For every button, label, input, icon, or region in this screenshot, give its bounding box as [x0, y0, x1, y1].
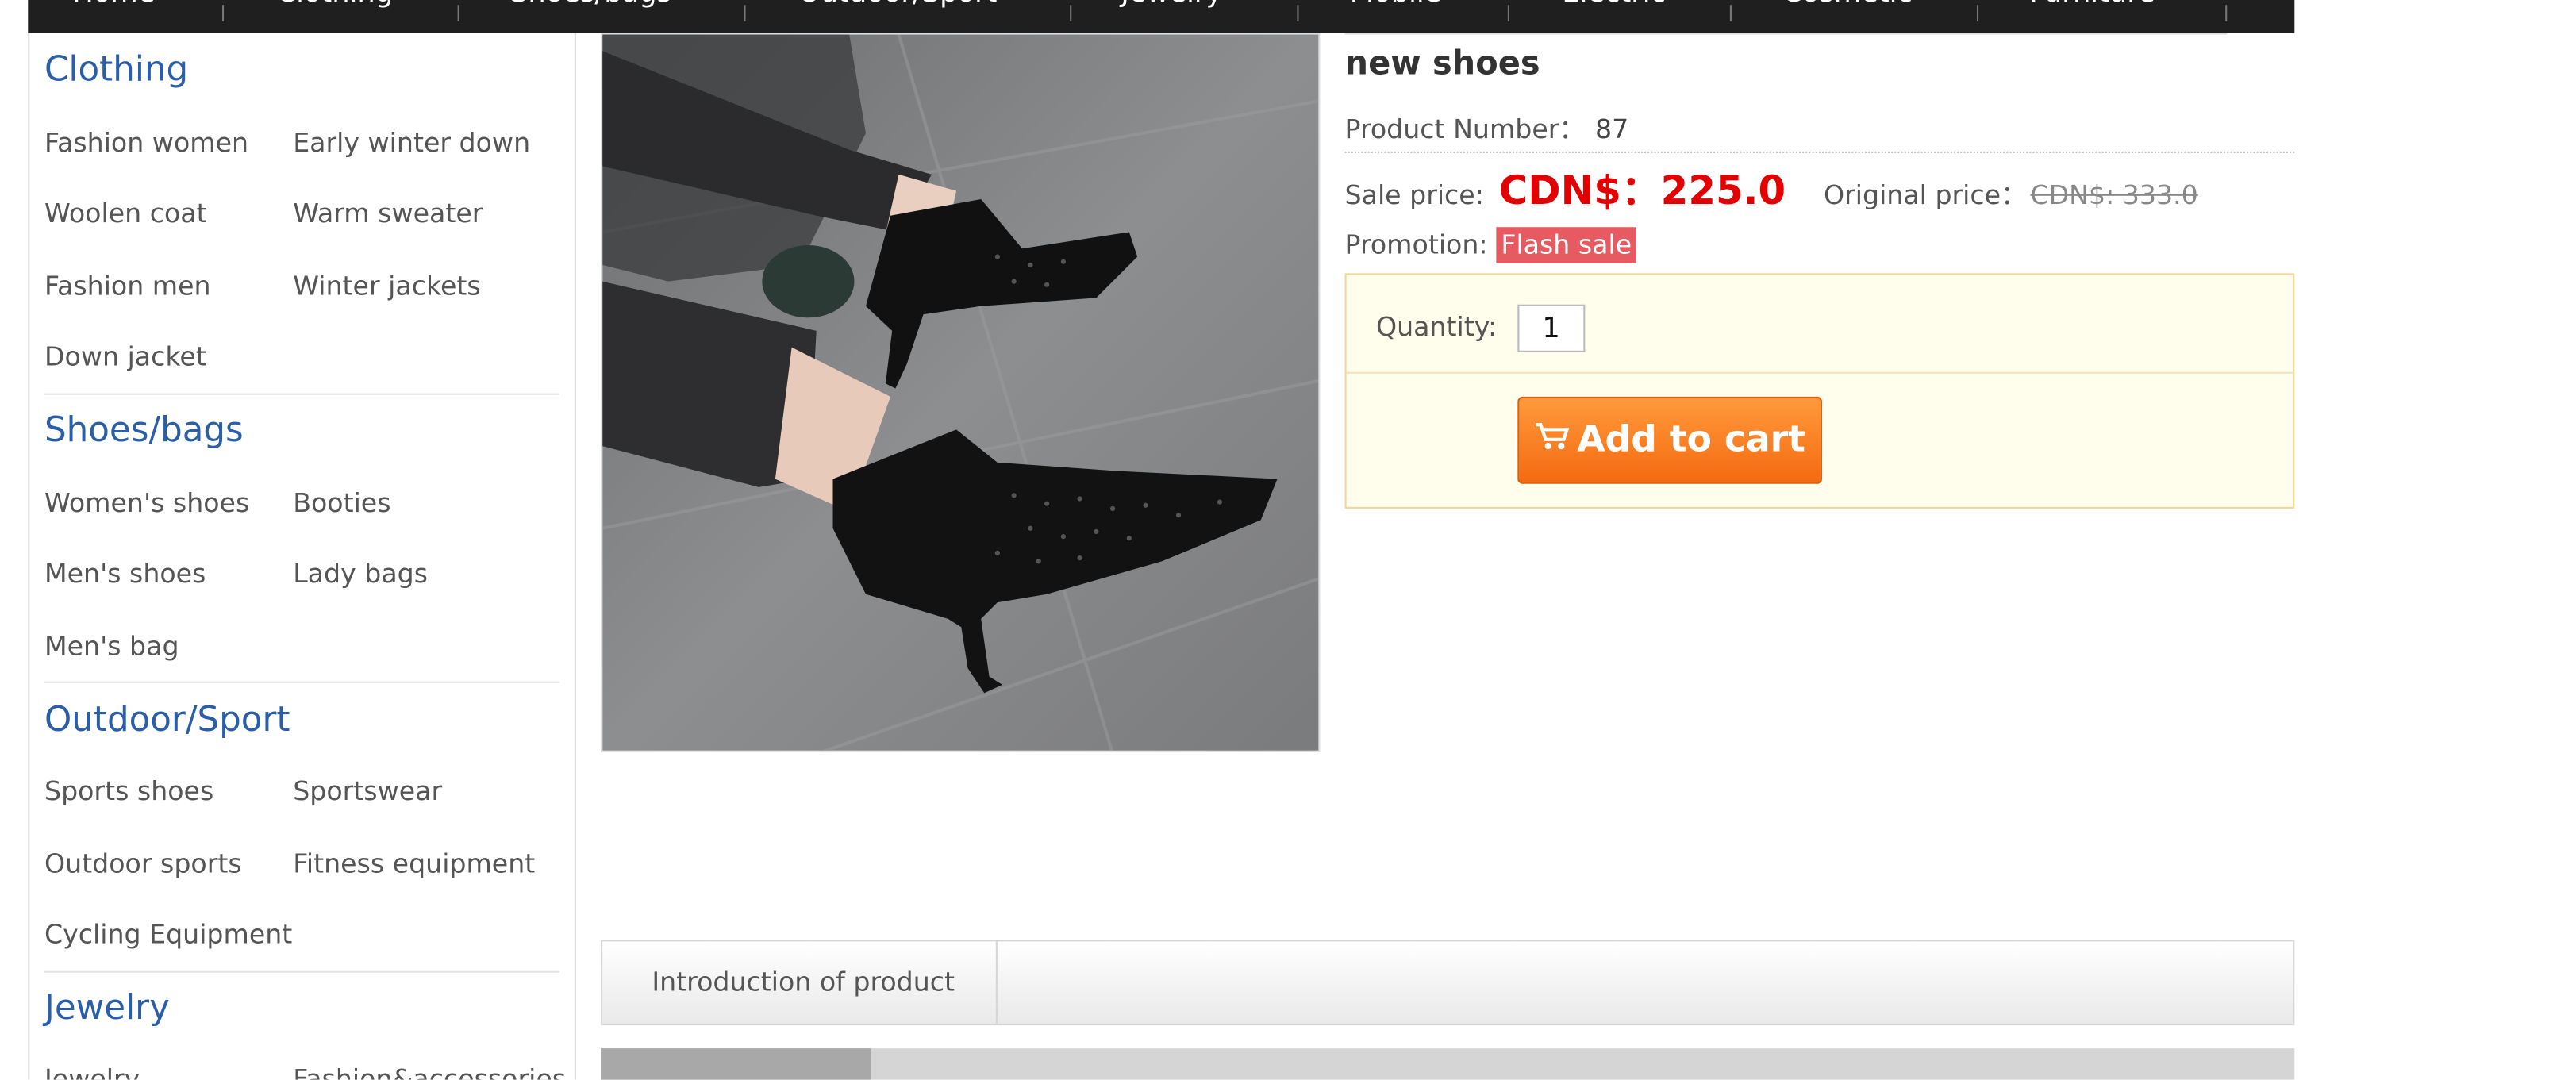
product-number-label: Product Number：: [1344, 113, 1586, 145]
subcategory-link[interactable]: Early winter down: [293, 127, 530, 158]
shopping-cart-icon: [1534, 419, 1571, 462]
price-row: Sale price: CDN$：225.0 Original price： CD…: [1345, 158, 2198, 216]
product-image[interactable]: [601, 33, 1321, 752]
subcategory-link[interactable]: Men's shoes: [44, 558, 206, 589]
add-to-cart-button[interactable]: Add to cart: [1517, 396, 1823, 484]
nav-home[interactable]: Home: [72, 0, 155, 33]
content-header-active: [601, 1048, 871, 1080]
add-to-cart-label: Add to cart: [1577, 419, 1805, 461]
subcategory-link[interactable]: Warm sweater: [293, 198, 483, 229]
category-title-clothing[interactable]: Clothing: [44, 49, 188, 89]
product-name: new shoes: [1344, 42, 1540, 83]
nav-cosmetic[interactable]: Cosmetic: [1782, 0, 1913, 33]
nav-furniture[interactable]: Furniture: [2029, 0, 2155, 33]
category-title-jewelry[interactable]: Jewelry: [44, 987, 170, 1027]
content-header-band: [601, 1048, 2295, 1080]
quantity-input[interactable]: [1517, 304, 1586, 352]
subcategory-link[interactable]: Down jacket: [44, 340, 206, 371]
product-tab-bar: Introduction of product: [601, 940, 2295, 1026]
quantity-label: Quantity:: [1375, 311, 1498, 343]
nav-separator: [744, 5, 746, 21]
nav-shoes-bags[interactable]: Shoes/bags: [510, 0, 671, 33]
subcategory-link[interactable]: Fitness equipment: [293, 847, 535, 878]
nav-separator: [2225, 5, 2228, 21]
nav-separator: [1976, 5, 1979, 21]
subcategory-link[interactable]: Women's shoes: [44, 487, 249, 518]
info-top-divider: [1344, 33, 2228, 35]
tab-introduction[interactable]: Introduction of product: [602, 941, 998, 1024]
nav-electric[interactable]: Electric: [1562, 0, 1666, 33]
category-sidebar: Clothing Fashion women Early winter down…: [28, 33, 576, 1080]
subcategory-link[interactable]: Lady bags: [293, 558, 428, 589]
nav-clothing[interactable]: Clothing: [276, 0, 393, 33]
subcategory-link[interactable]: Sports shoes: [44, 775, 213, 806]
category-divider: [44, 681, 560, 683]
nav-separator: [1070, 5, 1072, 21]
product-number-value: 87: [1595, 113, 1629, 145]
page: Home Clothing Shoes/bags Outdoor/Sport J…: [0, 0, 2576, 1080]
category-divider: [44, 970, 560, 973]
subcategory-link[interactable]: Cycling Equipment: [44, 918, 292, 949]
category-title-shoes-bags[interactable]: Shoes/bags: [44, 409, 244, 449]
ankle-boot-photo-icon: [602, 34, 1319, 751]
subcategory-link[interactable]: Woolen coat: [44, 198, 207, 229]
nav-separator: [222, 5, 225, 21]
top-navigation-bar: Home Clothing Shoes/bags Outdoor/Sport J…: [28, 0, 2295, 33]
dotted-divider: [1344, 151, 2295, 153]
sale-price-label: Sale price:: [1344, 179, 1484, 211]
product-number-row: Product Number： 87: [1345, 107, 1629, 147]
promotion-row: Promotion: Flash sale: [1345, 227, 1637, 263]
nav-jewelry[interactable]: Jewelry: [1121, 0, 1222, 33]
nav-outdoor-sport[interactable]: Outdoor/Sport: [798, 0, 998, 33]
nav-separator: [457, 5, 459, 21]
promotion-label: Promotion:: [1344, 229, 1488, 260]
category-divider: [44, 393, 560, 395]
purchase-box-divider: [1346, 371, 2293, 374]
subcategory-link[interactable]: Fashion women: [44, 127, 248, 158]
original-price: CDN$: 333.0: [2030, 179, 2198, 211]
subcategory-link[interactable]: Jewelry: [44, 1063, 140, 1080]
subcategory-link[interactable]: Fashion&accessories: [293, 1063, 566, 1080]
nav-separator: [1507, 5, 1509, 21]
promotion-badge: Flash sale: [1496, 227, 1637, 263]
sale-price: CDN$：225.0: [1498, 167, 1786, 214]
subcategory-link[interactable]: Booties: [293, 487, 390, 518]
subcategory-link[interactable]: Outdoor sports: [44, 847, 242, 878]
subcategory-link[interactable]: Men's bag: [44, 630, 179, 661]
nav-mobile[interactable]: Mobile: [1350, 0, 1442, 33]
nav-separator: [1297, 5, 1299, 21]
nav-separator: [1729, 5, 1732, 21]
subcategory-link[interactable]: Sportswear: [293, 775, 442, 806]
subcategory-link[interactable]: Winter jackets: [293, 270, 481, 301]
subcategory-link[interactable]: Fashion men: [44, 270, 211, 301]
original-price-label: Original price：: [1824, 179, 2028, 211]
category-title-outdoor-sport[interactable]: Outdoor/Sport: [44, 699, 290, 739]
purchase-box: Quantity: Add to cart: [1344, 273, 2295, 509]
